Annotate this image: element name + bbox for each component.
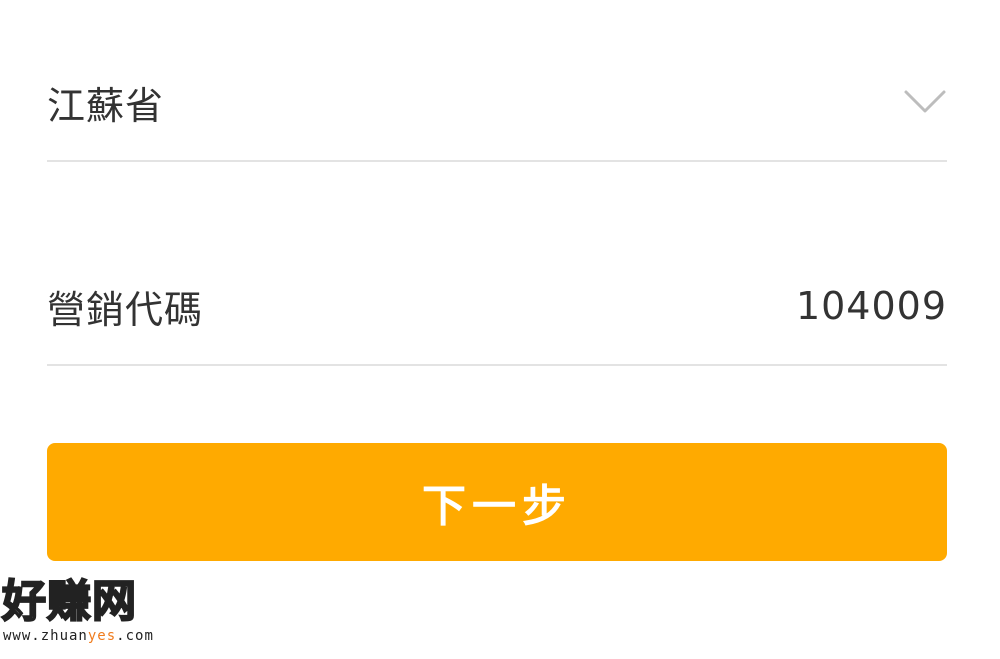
next-button-label: 下一步 — [422, 481, 572, 532]
watermark-url-prefix: www.zhuan — [3, 628, 88, 644]
province-select[interactable]: 江蘇省 — [47, 62, 947, 142]
watermark-url-suffix: .com — [116, 628, 154, 644]
watermark-url: www.zhuanyes.com — [0, 628, 200, 644]
province-value: 江蘇省 — [47, 83, 165, 128]
marketing-code-value[interactable]: 104009 — [796, 284, 947, 328]
marketing-code-row[interactable]: 營銷代碼 104009 — [47, 266, 947, 346]
watermark-logo: 好赚网 — [1, 576, 137, 627]
next-button[interactable]: 下一步 — [47, 443, 947, 561]
divider — [47, 364, 947, 366]
page: 江蘇省 營銷代碼 104009 下一步 好赚网 www.zhuanyes.com — [0, 0, 1000, 659]
watermark-url-accent: yes — [87, 628, 117, 644]
marketing-code-label: 營銷代碼 — [47, 287, 204, 332]
divider — [47, 160, 947, 162]
watermark: 好赚网 www.zhuanyes.com — [0, 576, 200, 650]
chevron-down-icon[interactable] — [903, 87, 947, 117]
